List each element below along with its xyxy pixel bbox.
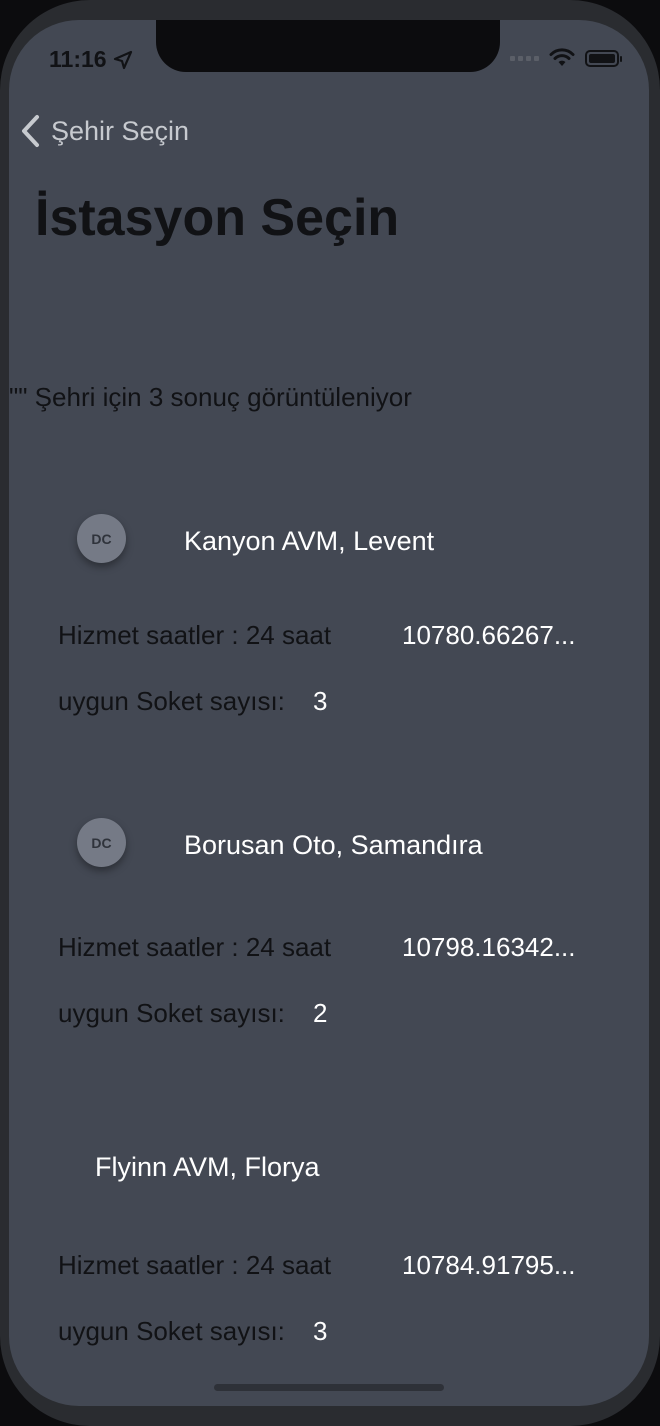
service-hours: Hizmet saatler : 24 saat (58, 620, 332, 650)
notch (156, 20, 500, 72)
back-button-label: Şehir Seçin (51, 115, 190, 146)
socket-count-value: 3 (313, 686, 328, 716)
dc-badge: DC (77, 818, 126, 867)
station-distance: 10784.91795... (402, 1250, 576, 1280)
page-title: İstasyon Seçin (35, 189, 400, 247)
screen: 11:16 Şehir Seçin İstasyon Seçin "" Şehr… (9, 20, 649, 1406)
location-arrow-icon (113, 50, 132, 69)
home-indicator[interactable] (214, 1384, 444, 1391)
socket-count-label: uygun Soket sayısı: (58, 1316, 285, 1346)
chevron-left-icon (22, 115, 39, 147)
result-summary: "" Şehri için 3 sonuç görüntüleniyor (9, 382, 412, 412)
device-frame: 11:16 Şehir Seçin İstasyon Seçin "" Şehr… (0, 0, 660, 1426)
station-card[interactable]: DC Borusan Oto, Samandıra Hizmet saatler… (9, 818, 649, 1058)
socket-count-label: uygun Soket sayısı: (58, 998, 285, 1028)
station-distance: 10798.16342... (402, 932, 576, 962)
dc-badge: DC (77, 514, 126, 563)
socket-count-value: 3 (313, 1316, 328, 1346)
station-name: Kanyon AVM, Levent (184, 526, 435, 556)
station-card[interactable]: Flyinn AVM, Florya Hizmet saatler : 24 s… (9, 1140, 649, 1380)
station-distance: 10780.66267... (402, 620, 576, 650)
socket-count-label: uygun Soket sayısı: (58, 686, 285, 716)
station-name: Flyinn AVM, Florya (95, 1152, 320, 1182)
status-time: 11:16 (49, 46, 133, 73)
signal-icon (510, 55, 539, 61)
socket-count-value: 2 (313, 998, 328, 1028)
battery-icon (585, 49, 622, 67)
wifi-icon (549, 48, 575, 66)
service-hours: Hizmet saatler : 24 saat (58, 932, 332, 962)
status-time-label: 11:16 (49, 46, 107, 72)
station-card[interactable]: DC Kanyon AVM, Levent Hizmet saatler : 2… (9, 514, 649, 754)
status-indicators (510, 48, 622, 68)
service-hours: Hizmet saatler : 24 saat (58, 1250, 332, 1280)
station-name: Borusan Oto, Samandıra (184, 830, 483, 860)
back-button[interactable]: Şehir Seçin (21, 114, 189, 148)
